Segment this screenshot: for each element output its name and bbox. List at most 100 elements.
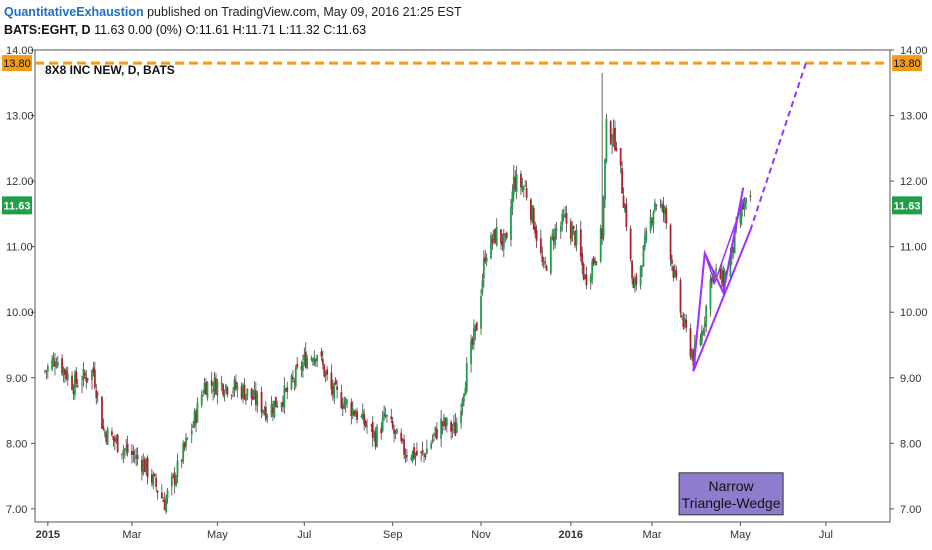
- candle-down: [156, 490, 159, 493]
- candle-up: [502, 233, 505, 249]
- candle-down: [83, 372, 86, 376]
- plot-frame: [34, 49, 891, 523]
- time-axis[interactable]: 2015 Mar May Jul Sep Nov 2016 Mar May Jul: [36, 522, 833, 541]
- price-axis-left[interactable]: 14.00 13.00 12.00 11.00 10.00 9.00 8.00 7.00: [6, 45, 35, 516]
- last-price-badge-left: 11.63: [2, 196, 32, 215]
- candle-up: [56, 361, 59, 366]
- resistance-badge-left[interactable]: 13.80: [2, 55, 32, 72]
- candle-down: [403, 439, 405, 455]
- candle-up: [46, 366, 49, 372]
- candle-up: [220, 382, 223, 385]
- candle-down: [619, 147, 622, 166]
- candle-up: [425, 448, 428, 455]
- candle-up: [745, 198, 747, 204]
- drawings[interactable]: 13.80 13.80 11.63 11.63: [2, 55, 922, 372]
- y-tick-label-right: 9.00: [900, 373, 921, 385]
- candle-down: [276, 406, 279, 408]
- candle-down: [424, 454, 427, 458]
- y-tick-label-right: 11.00: [900, 242, 927, 254]
- candle-down: [356, 410, 358, 420]
- candle-up: [709, 279, 712, 310]
- candle-up: [604, 159, 606, 200]
- candle-down: [681, 315, 683, 318]
- candle-up: [96, 393, 99, 396]
- candle-down: [749, 195, 752, 197]
- y-tick-label-right: 13.00: [900, 111, 928, 123]
- candle-down: [286, 387, 289, 393]
- candle-up: [551, 233, 554, 236]
- candle-up: [294, 367, 297, 387]
- candle-up: [605, 118, 608, 162]
- candle-down: [622, 195, 625, 208]
- candle-up: [66, 373, 69, 380]
- candle-up: [423, 453, 425, 455]
- candle-down: [421, 449, 424, 453]
- y-tick-label-right: 14.00: [900, 45, 928, 57]
- candle-down: [93, 369, 96, 388]
- y-tick-label-left: 7.00: [6, 504, 27, 516]
- candle-up: [571, 227, 574, 242]
- candle-down: [545, 266, 548, 271]
- candle-down: [625, 204, 628, 227]
- candle-up: [645, 231, 648, 241]
- candle-up: [190, 430, 193, 435]
- candle-up: [256, 394, 259, 406]
- x-tick-label: Mar: [643, 529, 662, 541]
- x-tick-label: May: [207, 529, 228, 541]
- candle-up: [433, 433, 435, 436]
- candle-up: [554, 228, 557, 246]
- resistance-badge-label: 13.80: [893, 58, 921, 70]
- wedge-projection-line[interactable]: [749, 62, 807, 231]
- candle-up: [430, 443, 433, 449]
- price-axis-right[interactable]: 14.00 13.00 12.00 11.00 10.00 9.00 8.00 7.00: [890, 45, 928, 516]
- candle-down: [132, 451, 135, 455]
- candle-up: [705, 305, 708, 327]
- y-tick-label-left: 12.00: [6, 176, 34, 188]
- candle-up: [602, 196, 605, 238]
- candle-down: [450, 422, 452, 432]
- candle-up: [55, 366, 58, 368]
- candle-up: [316, 355, 319, 362]
- candle-down: [679, 280, 682, 313]
- last-price-badge-label: 11.63: [894, 200, 921, 212]
- candle-down: [609, 121, 612, 144]
- candle-up: [216, 381, 219, 396]
- candle-up: [266, 415, 269, 417]
- candle-up: [376, 426, 378, 447]
- x-tick-label: Jul: [297, 529, 311, 541]
- candle-down: [582, 264, 585, 280]
- resistance-badge-right[interactable]: 13.80: [892, 55, 922, 72]
- y-tick-label-left: 8.00: [6, 438, 27, 450]
- x-tick-label: Jul: [819, 529, 833, 541]
- candle-down: [585, 274, 588, 286]
- candle-down: [413, 447, 415, 459]
- candle-up: [175, 477, 177, 486]
- candle-up: [455, 423, 458, 433]
- candle-down: [321, 358, 324, 365]
- chart-title: 8X8 INC NEW, D, BATS: [45, 63, 175, 77]
- candle-up: [246, 388, 249, 396]
- candle-up: [396, 429, 398, 434]
- candle-down: [160, 492, 163, 499]
- x-tick-label: Nov: [471, 529, 491, 541]
- candle-up: [383, 412, 386, 417]
- price-chart[interactable]: 13.80 13.80 11.63 11.63 14.00 13.00 12.00 11.0…: [0, 0, 932, 550]
- candle-up: [490, 235, 492, 259]
- candle-up: [470, 341, 472, 365]
- candle-down: [274, 396, 277, 408]
- candle-up: [366, 426, 368, 428]
- candle-up: [440, 418, 443, 439]
- candle-up: [495, 226, 498, 246]
- candle-down: [210, 380, 213, 386]
- candle-up: [559, 225, 562, 232]
- candle-down: [364, 421, 367, 427]
- annotation-note[interactable]: NarrowTriangle-Wedge: [678, 472, 784, 516]
- candle-up: [176, 460, 179, 477]
- candle-down: [222, 384, 224, 395]
- candle-up: [123, 449, 126, 451]
- candle-up: [522, 187, 525, 190]
- candle-down: [524, 185, 527, 187]
- candle-up: [230, 395, 233, 397]
- candle-down: [675, 269, 678, 278]
- wedge-lower-line[interactable]: [692, 229, 752, 372]
